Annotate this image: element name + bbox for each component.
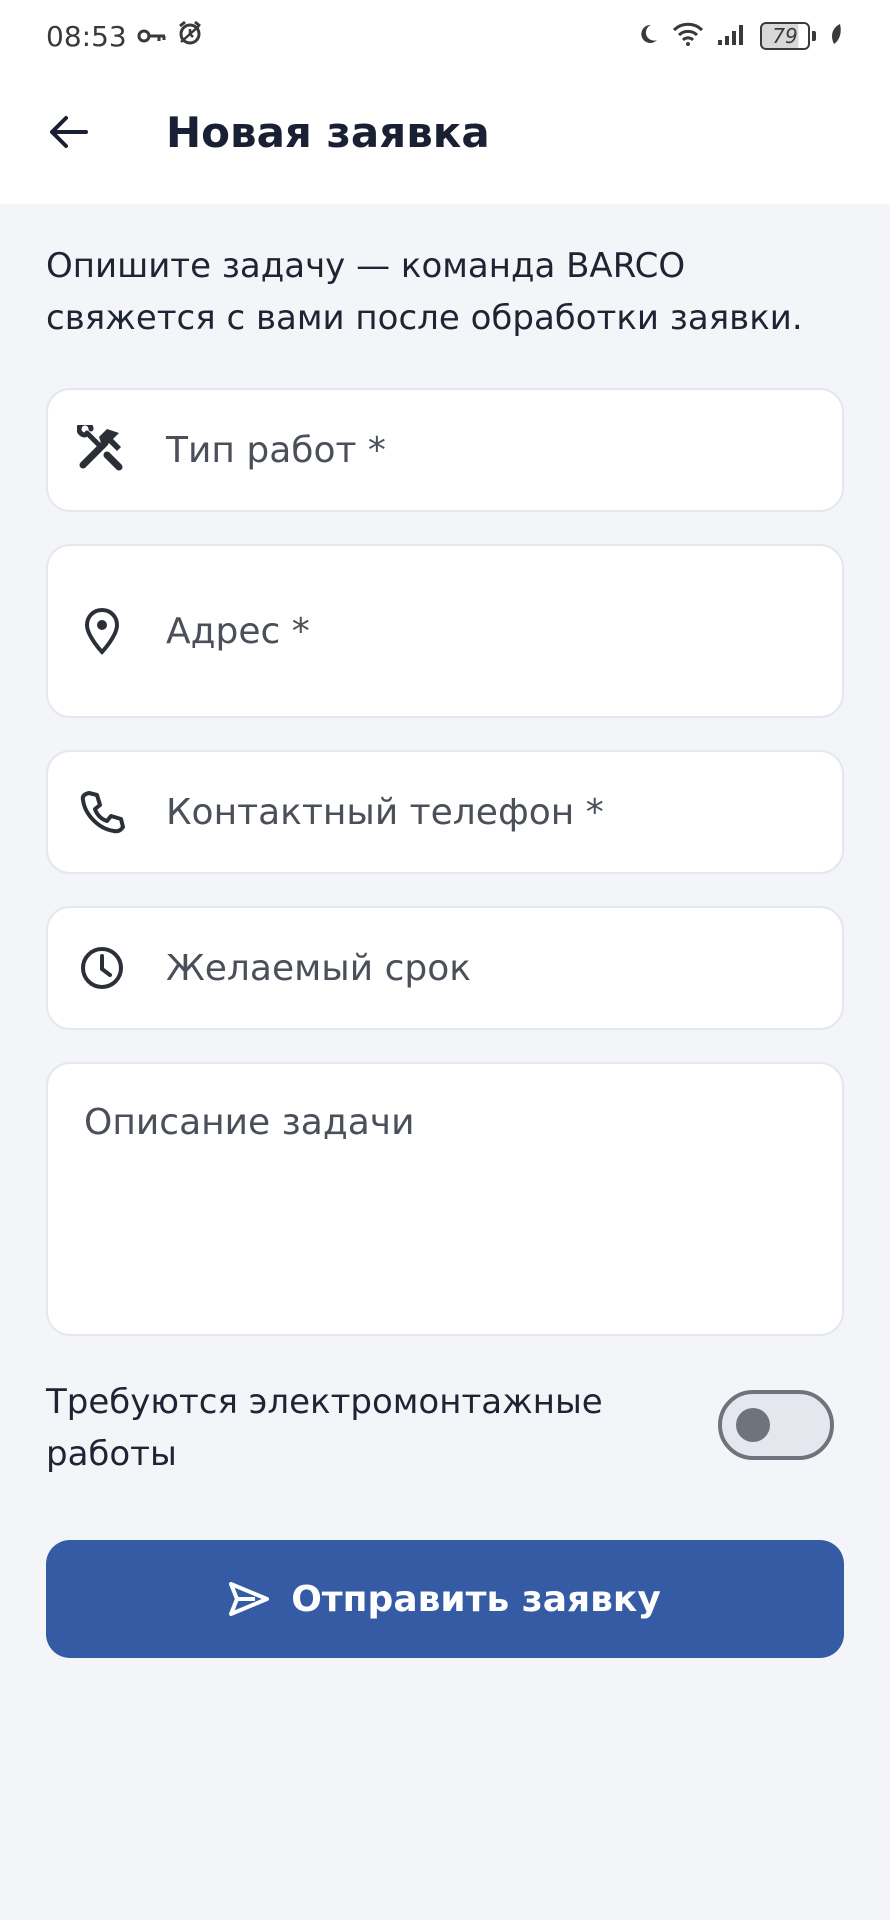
deadline-label: Желаемый срок: [166, 947, 471, 989]
back-button[interactable]: [40, 104, 96, 160]
description-textarea[interactable]: Описание задачи: [46, 1062, 844, 1336]
status-time: 08:53: [46, 19, 127, 53]
wifi-icon: [672, 20, 704, 53]
toggle-knob: [736, 1408, 770, 1442]
battery-level: 79: [760, 22, 810, 50]
send-icon: [229, 1582, 270, 1616]
status-left: 08:53: [46, 20, 203, 53]
battery-tip: [812, 31, 816, 41]
arrow-left-icon: [50, 116, 88, 148]
moon-icon: [636, 20, 660, 53]
key-icon: [137, 20, 167, 53]
intro-text: Опишите задачу — команда BARCO свяжется …: [46, 246, 803, 338]
phone-field[interactable]: Контактный телефон *: [46, 750, 844, 874]
signal-icon: [716, 20, 748, 53]
work-type-field[interactable]: Тип работ *: [46, 388, 844, 512]
status-right: 79: [636, 20, 844, 53]
phone-icon: [76, 786, 128, 838]
tools-icon: [76, 424, 128, 476]
battery-icon: 79: [760, 22, 816, 50]
deadline-field[interactable]: Желаемый срок: [46, 906, 844, 1030]
page-title: Новая заявка: [166, 108, 490, 157]
work-type-label: Тип работ *: [166, 429, 386, 471]
submit-button[interactable]: Отправить заявку: [46, 1540, 844, 1658]
address-label: Адрес *: [166, 610, 310, 652]
electrical-toggle-switch[interactable]: [718, 1390, 834, 1460]
phone-label: Контактный телефон *: [166, 791, 604, 833]
electrical-toggle-row: Требуются электромонтажные работы: [46, 1376, 844, 1480]
address-field[interactable]: Адрес *: [46, 544, 844, 718]
leaf-icon: [828, 20, 844, 53]
clock-icon: [76, 942, 128, 994]
electrical-toggle-label: Требуются электромонтажные работы: [46, 1382, 603, 1474]
description-label: Описание задачи: [84, 1102, 415, 1143]
location-pin-icon: [76, 605, 128, 657]
submit-label: Отправить заявку: [291, 1578, 661, 1620]
app-bar: Новая заявка: [0, 72, 890, 204]
status-bar: 08:53 79: [0, 0, 890, 72]
alarm-icon: [177, 20, 203, 53]
